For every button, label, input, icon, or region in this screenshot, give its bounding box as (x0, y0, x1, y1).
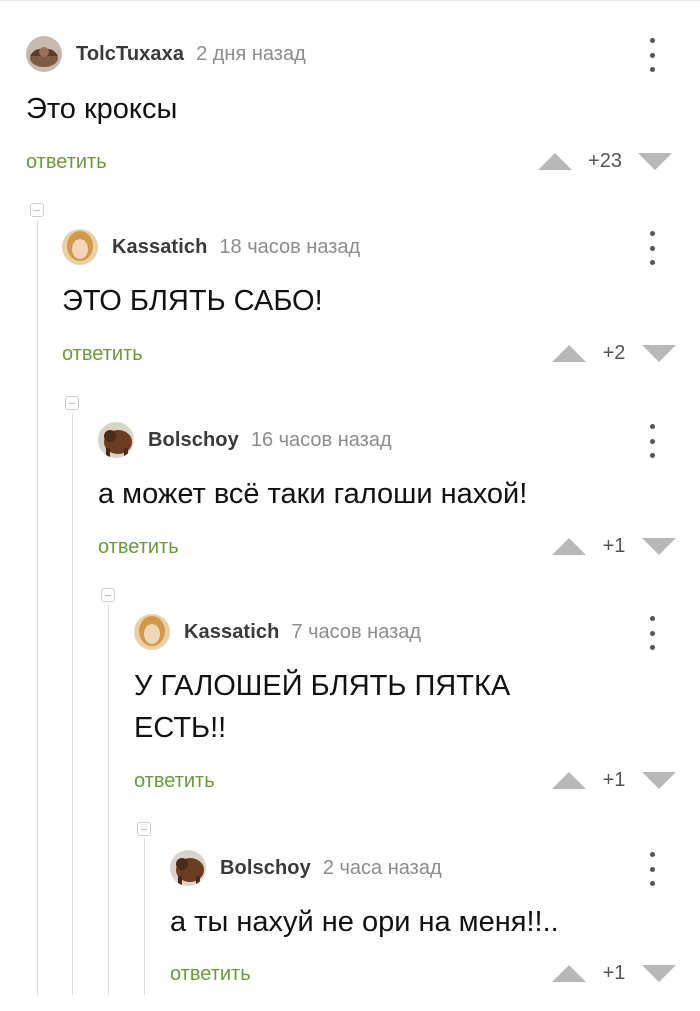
comment-header: Kassatich 7 часов назад (134, 612, 421, 652)
comment-text: У ГАЛОШЕЙ БЛЯТЬ ПЯТКА ЕСТЬ!! (134, 665, 510, 749)
collapse-thread-button-2[interactable] (65, 396, 79, 410)
reply-link[interactable]: ответить (98, 536, 179, 559)
collapse-thread-button-4[interactable] (137, 822, 151, 836)
vote-controls: +23 (538, 149, 672, 173)
more-vertical-icon[interactable] (642, 616, 662, 650)
downvote-triangle-down-icon[interactable] (638, 152, 672, 170)
more-vertical-icon[interactable] (642, 231, 662, 265)
username[interactable]: Bolschoy (148, 429, 239, 452)
more-vertical-icon[interactable] (642, 38, 662, 72)
reply-link[interactable]: ответить (26, 151, 107, 174)
comment-text-line-2: ЕСТЬ!! (134, 712, 227, 744)
upvote-triangle-up-icon[interactable] (552, 344, 586, 362)
comment-header: Bolschoy 16 часов назад (98, 420, 392, 460)
reply-link[interactable]: ответить (62, 343, 143, 366)
comment-header: TolcTuxaxa 2 дня назад (26, 34, 306, 74)
vote-score: +2 (602, 341, 626, 364)
collapse-thread-button-1[interactable] (30, 203, 44, 217)
upvote-triangle-up-icon[interactable] (552, 771, 586, 789)
avatar[interactable] (170, 850, 206, 886)
vote-controls: +2 (552, 341, 676, 365)
downvote-triangle-down-icon[interactable] (642, 344, 676, 362)
comment-text: а ты нахуй не ори на меня!!.. (170, 906, 559, 938)
vote-score: +1 (602, 961, 626, 984)
collapse-thread-button-3[interactable] (101, 588, 115, 602)
downvote-triangle-down-icon[interactable] (642, 771, 676, 789)
upvote-triangle-up-icon[interactable] (538, 152, 572, 170)
thread-line-level-4[interactable] (144, 838, 145, 995)
avatar[interactable] (134, 614, 170, 650)
vote-score: +1 (602, 768, 626, 791)
avatar[interactable] (26, 36, 62, 72)
timestamp: 2 дня назад (196, 42, 306, 65)
username[interactable]: TolcTuxaxa (76, 43, 184, 66)
downvote-triangle-down-icon[interactable] (642, 964, 676, 982)
thread-line-level-2[interactable] (72, 413, 73, 995)
downvote-triangle-down-icon[interactable] (642, 537, 676, 555)
vote-controls: +1 (552, 961, 676, 985)
timestamp: 18 часов назад (219, 235, 361, 258)
vote-controls: +1 (552, 534, 676, 558)
more-vertical-icon[interactable] (642, 852, 662, 886)
username[interactable]: Kassatich (112, 236, 207, 259)
upvote-triangle-up-icon[interactable] (552, 537, 586, 555)
upvote-triangle-up-icon[interactable] (552, 964, 586, 982)
timestamp: 16 часов назад (250, 428, 392, 451)
timestamp: 7 часов назад (291, 620, 422, 643)
reply-link[interactable]: ответить (134, 770, 215, 793)
vote-score: +23 (588, 149, 622, 172)
comment-text: Это кроксы (26, 93, 178, 125)
reply-link[interactable]: ответить (170, 963, 251, 986)
comment-text: а может всё таки галоши нахой! (98, 478, 528, 510)
avatar[interactable] (62, 229, 98, 265)
avatar[interactable] (98, 422, 134, 458)
vote-score: +1 (602, 534, 626, 557)
timestamp: 2 часа назад (322, 856, 442, 879)
more-vertical-icon[interactable] (642, 424, 662, 458)
comment-header: Bolschoy 2 часа назад (170, 848, 442, 888)
comment-text-line-1: У ГАЛОШЕЙ БЛЯТЬ ПЯТКА (134, 670, 511, 702)
username[interactable]: Bolschoy (220, 857, 311, 880)
username[interactable]: Kassatich (184, 621, 279, 644)
thread-line-level-3[interactable] (108, 605, 109, 995)
thread-line-level-1[interactable] (37, 220, 38, 995)
vote-controls: +1 (552, 768, 676, 792)
comment-header: Kassatich 18 часов назад (62, 227, 360, 267)
top-divider (0, 0, 700, 1)
comment-text: ЭТО БЛЯТЬ САБО! (62, 285, 323, 317)
